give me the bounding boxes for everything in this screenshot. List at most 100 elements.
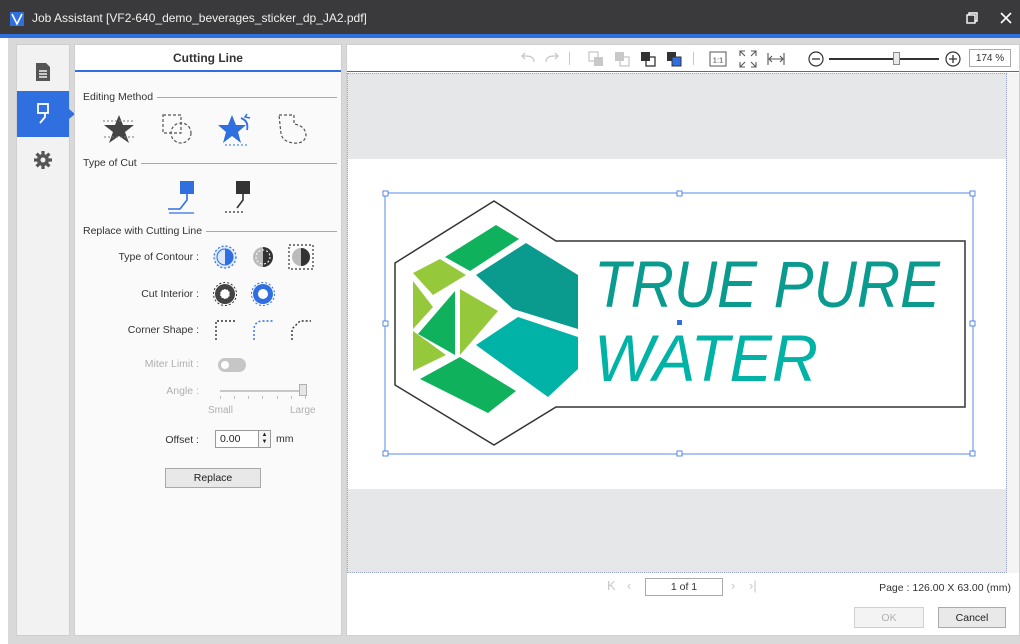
document-icon <box>36 63 50 81</box>
editing-tool-freeform[interactable] <box>273 109 313 149</box>
editing-tool-star[interactable] <box>99 109 139 149</box>
corner-round-icon <box>253 320 273 340</box>
bring-forward-icon <box>588 51 603 66</box>
toolbar: 1:1 174 % <box>347 45 1019 72</box>
magic-star-icon <box>218 113 251 146</box>
page-indicator[interactable]: 1 of 1 <box>645 578 723 596</box>
app-logo-icon <box>10 12 24 26</box>
close-icon <box>1000 12 1012 24</box>
zoom-slider-thumb[interactable] <box>893 52 900 65</box>
close-button[interactable] <box>994 8 1018 28</box>
miter-limit-label: Miter Limit : <box>144 358 199 370</box>
send-to-back-icon <box>667 52 682 67</box>
corner-square-icon <box>215 320 235 340</box>
cut-type-full[interactable] <box>163 177 203 217</box>
last-page-icon[interactable]: ›| <box>749 578 757 593</box>
zoom-slider-track[interactable] <box>829 58 939 60</box>
redo-button[interactable] <box>543 50 561 68</box>
angle-slider-ticks <box>220 396 306 400</box>
zoom-in-icon <box>945 51 961 67</box>
corner-shape-label: Corner Shape : <box>127 324 199 336</box>
prev-page-icon[interactable]: ‹ <box>627 578 631 593</box>
send-backward-icon <box>615 52 630 67</box>
cut-interior-off-option[interactable] <box>249 280 277 308</box>
contour-inner-option[interactable] <box>249 243 277 271</box>
contour-inner-icon <box>253 247 273 267</box>
nav-document[interactable] <box>17 49 69 95</box>
offset-unit: mm <box>276 433 294 445</box>
bring-to-front-button[interactable] <box>639 50 657 68</box>
angle-large-label: Large <box>290 405 316 416</box>
star-tool-icon <box>103 115 135 143</box>
corner-square-option[interactable] <box>211 316 239 344</box>
editing-tool-magic-star[interactable] <box>215 109 255 149</box>
bring-forward-button[interactable] <box>587 50 605 68</box>
zoom-out-button[interactable] <box>807 50 825 68</box>
replace-button[interactable]: Replace <box>165 468 261 488</box>
vertical-scrollbar[interactable] <box>1007 73 1019 573</box>
canvas-area[interactable]: TRUE PURE WATER <box>347 73 1007 573</box>
undo-button[interactable] <box>519 50 537 68</box>
zoom-in-button[interactable] <box>944 50 962 68</box>
cut-interior-on-option[interactable] <box>211 280 239 308</box>
stepper-down-icon[interactable]: ▼ <box>262 439 268 446</box>
zoom-out-icon <box>808 51 824 67</box>
center-point <box>677 320 682 325</box>
side-nav <box>16 44 75 636</box>
corner-bevel-option[interactable] <box>287 316 315 344</box>
fit-page-button[interactable] <box>739 50 757 68</box>
cancel-button[interactable]: Cancel <box>938 607 1006 628</box>
page-size: Page : 126.00 X 63.00 (mm) <box>879 582 1011 594</box>
cut-type-half[interactable] <box>219 177 259 217</box>
cut-interior-on-icon <box>213 282 237 306</box>
send-backward-button[interactable] <box>613 50 631 68</box>
type-of-contour-label: Type of Contour : <box>118 251 199 263</box>
actual-size-icon: 1:1 <box>709 51 727 67</box>
type-of-cut-label: Type of Cut <box>83 157 141 169</box>
contour-outer-option[interactable] <box>211 243 239 271</box>
black-cutter-icon <box>225 181 250 213</box>
angle-slider-track[interactable] <box>220 390 306 392</box>
angle-slider-thumb[interactable] <box>299 384 307 396</box>
svg-text:1:1: 1:1 <box>713 56 723 65</box>
restore-icon <box>966 12 978 24</box>
logo-line-1: TRUE PURE <box>594 247 941 321</box>
cutting-pen-icon <box>37 103 49 124</box>
nav-cutting-line[interactable] <box>17 91 75 137</box>
fit-width-icon <box>767 53 785 65</box>
corner-bevel-icon <box>291 320 311 340</box>
panel-title: Cutting Line <box>75 45 341 72</box>
fit-page-icon <box>739 50 757 68</box>
offset-label: Offset : <box>165 434 199 446</box>
contour-bounding-option[interactable] <box>287 243 315 271</box>
sticker-artwork[interactable]: TRUE PURE WATER <box>348 159 1006 489</box>
zoom-level[interactable]: 174 % <box>969 49 1011 67</box>
contour-outer-icon <box>213 245 237 269</box>
replace-section-label: Replace with Cutting Line <box>83 225 207 237</box>
nav-settings[interactable] <box>17 137 69 183</box>
contour-bounding-icon <box>288 244 314 270</box>
window-title: Job Assistant [VF2-640_demo_beverages_st… <box>32 11 367 25</box>
preview-panel: 1:1 174 % TRUE PURE WATER K ‹ 1 of 1 › ›… <box>346 44 1020 636</box>
miter-limit-toggle[interactable] <box>218 358 246 372</box>
cutting-line-panel: Cutting Line Editing Method Type of Cut <box>74 44 342 636</box>
stepper-up-icon[interactable]: ▲ <box>262 432 268 439</box>
dashed-shape-select-icon <box>162 114 192 144</box>
cut-interior-label: Cut Interior : <box>141 288 199 300</box>
editing-tool-shape-select[interactable] <box>157 109 197 149</box>
angle-label: Angle : <box>166 385 199 397</box>
ok-button[interactable]: OK <box>854 607 924 628</box>
actual-size-button[interactable]: 1:1 <box>709 50 727 68</box>
corner-round-option[interactable] <box>249 316 277 344</box>
gear-icon <box>34 151 52 169</box>
send-to-back-button[interactable] <box>665 50 683 68</box>
cut-interior-off-icon <box>251 282 275 306</box>
fit-width-button[interactable] <box>767 50 785 68</box>
artboard: TRUE PURE WATER <box>348 159 1006 489</box>
restore-button[interactable] <box>960 8 984 28</box>
first-page-icon[interactable]: K <box>607 578 616 593</box>
toolbar-separator <box>693 52 694 65</box>
bring-to-front-icon <box>641 52 656 67</box>
offset-stepper[interactable]: ▲ ▼ <box>258 431 270 447</box>
next-page-icon[interactable]: › <box>731 578 735 593</box>
